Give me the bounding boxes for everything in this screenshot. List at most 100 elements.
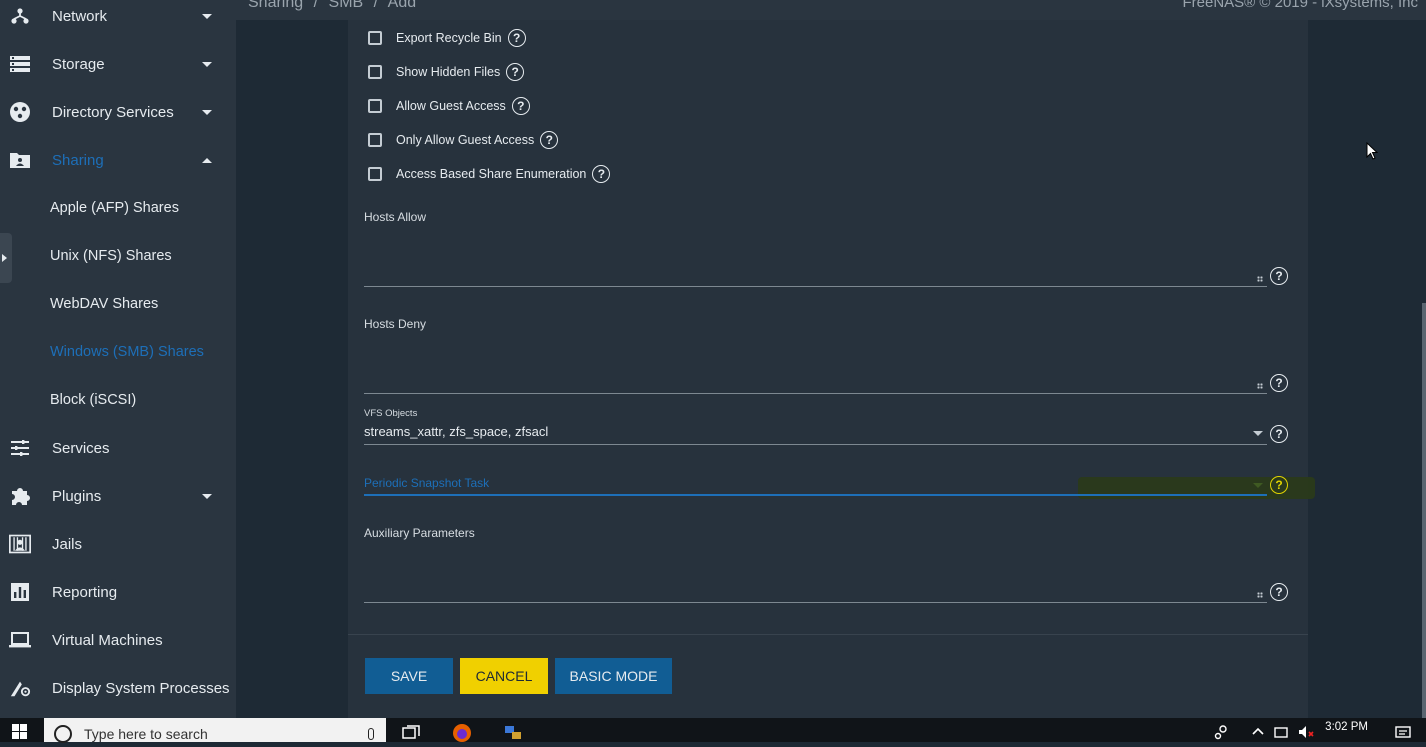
hosts-allow-textarea[interactable] [364, 228, 1267, 287]
chevron-up-icon[interactable] [1251, 724, 1269, 740]
jails-icon [9, 533, 31, 555]
breadcrumb-smb[interactable]: SMB [329, 0, 364, 11]
sidebar-item-virtual-machines[interactable]: Virtual Machines [0, 616, 236, 664]
network-status-icon[interactable] [1273, 724, 1291, 740]
task-view-icon[interactable] [402, 724, 420, 740]
help-icon[interactable]: ? [540, 131, 559, 149]
sidebar-subitem-iscsi[interactable]: Block (iSCSI) [0, 376, 236, 424]
microphone-icon[interactable] [368, 728, 374, 740]
checkbox-label: Export Recycle Bin [396, 31, 502, 45]
sidebar-item-label: Jails [52, 535, 83, 553]
allow-guest-access-checkbox[interactable] [368, 99, 382, 113]
sidebar-item-label: Storage [52, 55, 105, 73]
help-icon[interactable]: ? [1270, 476, 1288, 494]
vfs-objects-underline [364, 444, 1267, 445]
help-icon[interactable]: ? [511, 97, 530, 115]
storage-icon [9, 53, 31, 75]
chevron-down-icon [202, 61, 212, 67]
access-based-share-enumeration-row: Access Based Share Enumeration ? [368, 163, 611, 185]
breadcrumb-add: Add [387, 0, 417, 11]
chevron-down-icon[interactable] [1253, 431, 1263, 436]
sidebar-item-services[interactable]: Services [0, 424, 236, 472]
cancel-button[interactable]: CANCEL [460, 658, 548, 694]
checkbox-label: Show Hidden Files [396, 65, 501, 79]
firefox-icon[interactable] [451, 722, 473, 742]
chevron-up-icon [202, 157, 212, 163]
help-icon[interactable]: ? [1270, 267, 1288, 285]
laptop-icon [9, 629, 31, 651]
chevron-down-icon[interactable] [1253, 483, 1263, 488]
sidebar-item-label: Sharing [52, 151, 104, 169]
help-icon[interactable]: ? [1270, 583, 1288, 601]
sidebar-item-jails[interactable]: Jails [0, 520, 236, 568]
sharing-icon [9, 149, 31, 171]
sidebar-collapse-handle[interactable] [0, 233, 12, 283]
basic-mode-button[interactable]: BASIC MODE [555, 658, 672, 694]
help-icon[interactable]: ? [507, 29, 526, 47]
sidebar-item-label: Reporting [52, 583, 118, 601]
sidebar-subitem-nfs[interactable]: Unix (NFS) Shares [0, 232, 236, 280]
export-recycle-bin-row: Export Recycle Bin ? [368, 27, 526, 49]
windows-start-icon[interactable] [12, 724, 28, 740]
sidebar-subitem-afp[interactable]: Apple (AFP) Shares [0, 184, 236, 232]
volume-muted-icon[interactable] [1297, 724, 1315, 740]
auxiliary-parameters-label: Auxiliary Parameters [364, 526, 475, 540]
help-icon[interactable]: ? [592, 165, 611, 183]
network-app-icon[interactable] [503, 724, 521, 740]
sidebar-item-storage[interactable]: Storage [0, 40, 236, 88]
freenas-app: Network Storage Directory Services Shari… [0, 0, 1426, 723]
breadcrumb: Sharing / SMB / Add [248, 0, 422, 12]
sidebar-item-label: Virtual Machines [52, 631, 163, 649]
sidebar-subitem-webdav[interactable]: WebDAV Shares [0, 280, 236, 328]
chevron-down-icon [202, 109, 212, 115]
sidebar-item-network[interactable]: Network [0, 0, 236, 40]
sidebar-item-system-processes[interactable]: Display System Processes [0, 664, 236, 712]
smb-share-form: Export Recycle Bin ? Show Hidden Files ?… [348, 20, 1315, 718]
help-icon[interactable]: ? [1270, 374, 1288, 392]
save-button[interactable]: SAVE [365, 658, 453, 694]
sidebar-item-label: Directory Services [52, 103, 174, 121]
access-based-share-enumeration-checkbox[interactable] [368, 167, 382, 181]
hosts-deny-label: Hosts Deny [364, 317, 427, 331]
windows-taskbar: Type here to search 3:02 PM [0, 718, 1426, 743]
sidebar-item-sharing[interactable]: Sharing [0, 136, 236, 184]
plugins-icon [9, 485, 31, 507]
clock[interactable]: 3:02 PM [1325, 721, 1368, 733]
sidebar: Network Storage Directory Services Shari… [0, 0, 236, 718]
sidebar-item-reporting[interactable]: Reporting [0, 568, 236, 616]
vfs-objects-label: VFS Objects [364, 408, 418, 419]
scrollbar-thumb[interactable] [1422, 303, 1426, 723]
auxiliary-parameters-textarea[interactable] [364, 544, 1267, 603]
sidebar-subitem-label: Apple (AFP) Shares [50, 200, 179, 216]
sidebar-item-directory-services[interactable]: Directory Services [0, 88, 236, 136]
vfs-objects-select[interactable]: streams_xattr, zfs_space, zfsacl [364, 424, 548, 439]
help-icon[interactable]: ? [1270, 425, 1288, 443]
export-recycle-bin-checkbox[interactable] [368, 31, 382, 45]
search-icon [54, 725, 72, 743]
periodic-snapshot-task-underline [364, 494, 1267, 496]
top-bar: Sharing / SMB / Add FreeNAS® © 2019 - iX… [236, 0, 1426, 20]
help-icon[interactable]: ? [506, 63, 525, 81]
resize-handle-icon[interactable] [1257, 592, 1263, 598]
sidebar-item-label: Network [52, 7, 108, 25]
hosts-deny-textarea[interactable] [364, 335, 1267, 394]
divider [348, 634, 1308, 635]
scrollbar[interactable] [1422, 20, 1426, 723]
periodic-snapshot-task-select[interactable]: Periodic Snapshot Task [364, 476, 489, 490]
checkbox-label: Allow Guest Access [396, 99, 506, 113]
breadcrumb-separator: / [373, 0, 379, 11]
resize-handle-icon[interactable] [1257, 276, 1263, 282]
sidebar-subitem-smb[interactable]: Windows (SMB) Shares [0, 328, 236, 376]
notifications-icon[interactable] [1394, 724, 1412, 740]
resize-handle-icon[interactable] [1257, 383, 1263, 389]
sidebar-item-plugins[interactable]: Plugins [0, 472, 236, 520]
show-hidden-files-checkbox[interactable] [368, 65, 382, 79]
breadcrumb-sharing[interactable]: Sharing [248, 0, 303, 11]
services-icon [9, 437, 31, 459]
sidebar-item-label: Services [52, 439, 110, 457]
people-icon[interactable] [1214, 724, 1232, 740]
checkbox-label: Access Based Share Enumeration [396, 167, 587, 181]
network-icon [9, 5, 31, 27]
taskbar-search-box[interactable]: Type here to search [44, 718, 386, 743]
only-allow-guest-access-checkbox[interactable] [368, 133, 382, 147]
